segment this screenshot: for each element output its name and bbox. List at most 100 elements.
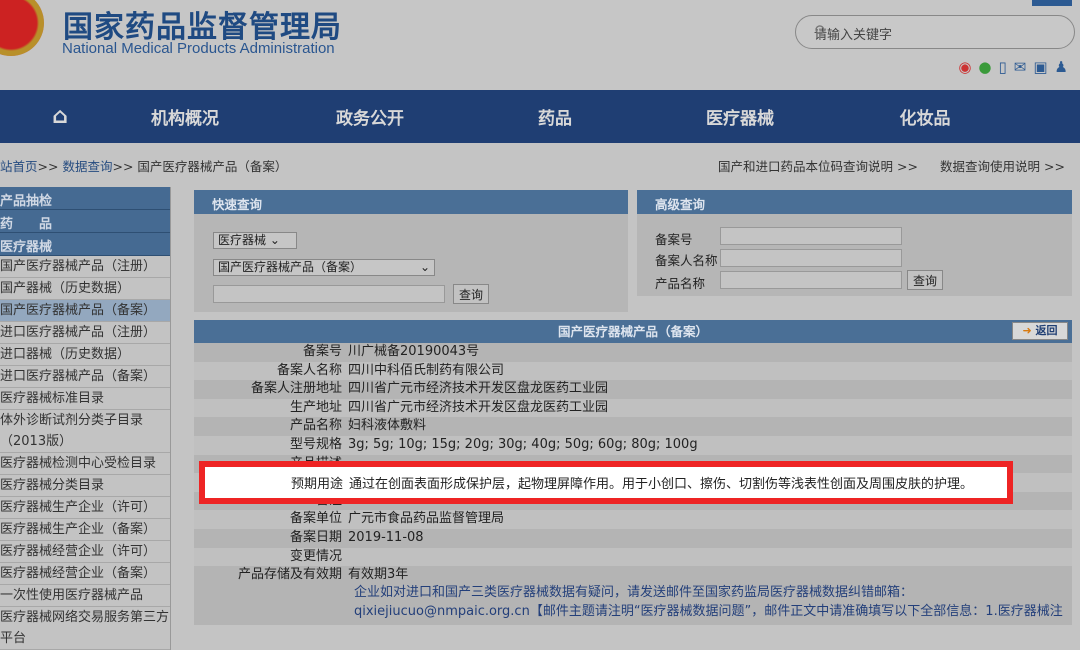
ndc-help-link[interactable]: 国产和进口药品本位码查询说明 >> [718,156,918,175]
search-icon[interactable]: ⚲ [814,22,832,40]
row-label: 变更情况 [194,548,348,567]
sidebar-item[interactable]: 医疗器械经营企业（许可） [0,541,170,563]
sidebar-item[interactable]: 进口医疗器械产品（注册） [0,322,170,344]
category-select[interactable]: 医疗器械 ⌄ [213,232,297,249]
sidebar-item[interactable]: 医疗器械分类目录 [0,475,170,497]
database-select[interactable]: 国产医疗器械产品（备案）⌄ [213,259,435,276]
nav-item[interactable]: 医疗器械 [620,104,860,129]
quick-search-button[interactable]: 查询 [453,284,489,304]
sidebar-item[interactable]: 一次性使用医疗器械产品 [0,585,170,607]
row-value: 2019-11-08 [348,529,1072,548]
table-row: 备案号川广械备20190043号 [194,343,1072,362]
nav-item[interactable]: 药品 [490,104,620,129]
table-row: 产品存储及有效期有效期3年 [194,566,1072,585]
table-row: 变更情况 [194,548,1072,567]
category-select-value: 医疗器械 [218,233,266,247]
sidebar-item[interactable]: 国产器械（历史数据） [0,278,170,300]
sidebar-item-selected[interactable]: 国产医疗器械产品（备案） [0,300,170,322]
site-subtitle: National Medical Products Administration [62,40,335,57]
advanced-search-button[interactable]: 查询 [907,270,943,290]
row-value: 广元市食品药品监督管理局 [348,510,1072,529]
notice-line: 企业如对进口和国产三类医疗器械数据有疑问，请发送邮件至国家药监局医疗器械数据纠错… [354,583,1072,602]
row-label: 备案人注册地址 [194,380,348,399]
back-button[interactable]: ➜ 返回 [1012,322,1068,340]
arrow-right-icon: ➜ [1022,324,1031,337]
back-label: 返回 [1036,324,1058,337]
sidebar-item[interactable]: 医疗器械标准目录 [0,388,170,410]
table-row: 型号规格3g; 5g; 10g; 15g; 20g; 30g; 40g; 50g… [194,436,1072,455]
breadcrumb-sep: >> [38,159,59,174]
row-label: 型号规格 [194,436,348,455]
sidebar-item[interactable]: 进口医疗器械产品（备案） [0,366,170,388]
row-value [348,548,1072,567]
filing-number-input[interactable] [720,227,902,245]
top-language-tab[interactable] [1032,0,1072,6]
detail-title: 国产医疗器械产品（备案） [558,324,708,339]
header: 国家药品监督管理局 National Medical Products Admi… [0,0,1080,90]
sidebar-item[interactable]: 进口器械（历史数据） [0,344,170,366]
wechat-icon[interactable]: ● [978,58,991,76]
sidebar-item-cont[interactable]: （2013版） [0,431,170,453]
filer-name-input[interactable] [720,249,902,267]
breadcrumb-current: 国产医疗器械产品（备案） [137,159,287,174]
chevron-down-icon: ⌄ [270,233,280,247]
quick-query-title: 快速查询 [194,190,628,214]
sidebar-item-cont[interactable]: 平台 [0,628,170,650]
sidebar-header[interactable]: 药 品 [0,210,170,233]
row-label: 产品名称 [194,417,348,436]
row-label: 备案人名称 [194,362,348,381]
quick-search-input[interactable] [213,285,445,303]
highlighted-intended-use-row: 预期用途 通过在创面表面形成保护层，起物理屏障作用。用于小创口、擦伤、切割伤等浅… [199,461,1013,504]
sidebar-item[interactable]: 医疗器械经营企业（备案） [0,563,170,585]
nav-item[interactable]: 机构概况 [120,104,250,129]
mobile-icon[interactable]: ▯ [999,58,1007,76]
notice-email-line[interactable]: qixiejiucuo@nmpaic.org.cn【邮件主题请注明“医疗器械数据… [354,602,1072,621]
nav-item[interactable]: 化妆品 [860,104,990,129]
sidebar-item[interactable]: 医疗器械生产企业（许可） [0,497,170,519]
breadcrumb-sep: >> [112,159,133,174]
chevron-down-icon: ⌄ [420,260,430,275]
row-value: 有效期3年 [348,566,1072,585]
advanced-query-title: 高级查询 [637,190,1072,214]
sidebar: 产品抽检 药 品 医疗器械 国产医疗器械产品（注册） 国产器械（历史数据） 国产… [0,187,171,650]
row-value: 四川省广元市经济技术开发区盘龙医药工业园 [348,380,1072,399]
table-row: 备案单位广元市食品药品监督管理局 [194,510,1072,529]
product-name-label: 产品名称 [655,273,705,292]
row-label: 备案日期 [194,529,348,548]
row-label: 备案号 [194,343,348,362]
nav-item[interactable]: 政务公开 [250,104,490,129]
row-label: 生产地址 [194,399,348,418]
sidebar-header[interactable]: 医疗器械 [0,233,170,256]
row-value: 3g; 5g; 10g; 15g; 20g; 30g; 40g; 50g; 60… [348,436,1072,455]
row-label: 预期用途 [205,473,349,492]
breadcrumb-query[interactable]: 数据查询 [62,159,112,174]
home-icon[interactable]: ⌂ [0,104,120,129]
row-value: 通过在创面表面形成保护层，起物理屏障作用。用于小创口、擦伤、切割伤等浅表性创面及… [349,473,973,492]
sidebar-item[interactable]: 国产医疗器械产品（注册） [0,256,170,278]
correction-notice: 企业如对进口和国产三类医疗器械数据有疑问，请发送邮件至国家药监局医疗器械数据纠错… [194,583,1072,625]
weibo-icon[interactable]: ◉ [958,58,971,76]
quick-query-panel: 快速查询 医疗器械 ⌄ 国产医疗器械产品（备案）⌄ 查询 [194,190,628,312]
row-label: 产品存储及有效期 [194,566,348,585]
sidebar-header[interactable]: 产品抽检 [0,187,170,210]
mail-icon[interactable]: ✉ [1014,58,1027,76]
advanced-query-panel: 高级查询 备案号 备案人名称 产品名称 查询 [637,190,1072,296]
breadcrumb-home[interactable]: 站首页 [0,159,38,174]
filer-name-label: 备案人名称 [655,250,718,269]
row-value: 川广械备20190043号 [348,343,1072,362]
table-row: 备案人名称四川中科佰氏制药有限公司 [194,362,1072,381]
breadcrumb: 站首页>> 数据查询>> 国产医疗器械产品（备案） [0,156,287,175]
sidebar-item[interactable]: 医疗器械生产企业（备案） [0,519,170,541]
query-help-link[interactable]: 数据查询使用说明 >> [940,156,1065,175]
table-row: 产品名称妇科液体敷料 [194,417,1072,436]
feedback-icon[interactable]: ▣ [1033,58,1047,76]
row-value: 四川省广元市经济技术开发区盘龙医药工业园 [348,399,1072,418]
sidebar-item[interactable]: 体外诊断试剂分类子目录 [0,410,170,431]
row-label: 备案单位 [194,510,348,529]
sidebar-item[interactable]: 医疗器械检测中心受检目录 [0,453,170,475]
row-value: 四川中科佰氏制药有限公司 [348,362,1072,381]
filing-number-label: 备案号 [655,229,693,248]
product-name-input[interactable] [720,271,902,289]
user-icon[interactable]: ♟ [1055,58,1068,76]
search-input[interactable]: 请输入关键字⚲ [795,15,1075,49]
